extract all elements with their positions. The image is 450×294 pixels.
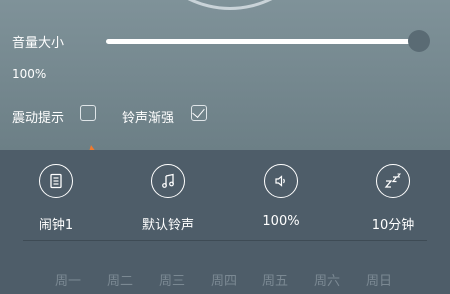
- snooze-control[interactable]: 10分钟: [345, 164, 441, 244]
- control-label: 闹钟1: [38, 218, 74, 233]
- weekday-sunday[interactable]: 周日: [366, 270, 392, 289]
- control-label: 默认铃声: [141, 218, 194, 233]
- weekday-tuesday[interactable]: 周二: [107, 270, 133, 289]
- divider: [23, 240, 427, 241]
- ringtone-control[interactable]: 默认铃声: [120, 164, 216, 244]
- weekday-monday[interactable]: 周一: [55, 270, 81, 289]
- snooze-zzz-icon: [376, 164, 410, 198]
- music-note-icon: [151, 164, 185, 198]
- weekday-wednesday[interactable]: 周三: [159, 270, 185, 289]
- alarm-name-control[interactable]: 闹钟1: [8, 164, 104, 244]
- weekday-thursday[interactable]: 周四: [211, 270, 237, 289]
- weekday-friday[interactable]: 周五: [262, 270, 288, 289]
- volume-control[interactable]: 100%: [233, 164, 329, 244]
- weekday-saturday[interactable]: 周六: [314, 270, 340, 289]
- control-label: 10分钟: [371, 218, 415, 233]
- control-label: 100%: [262, 214, 300, 229]
- note-list-icon: [39, 164, 73, 198]
- speaker-volume-icon: [264, 164, 298, 198]
